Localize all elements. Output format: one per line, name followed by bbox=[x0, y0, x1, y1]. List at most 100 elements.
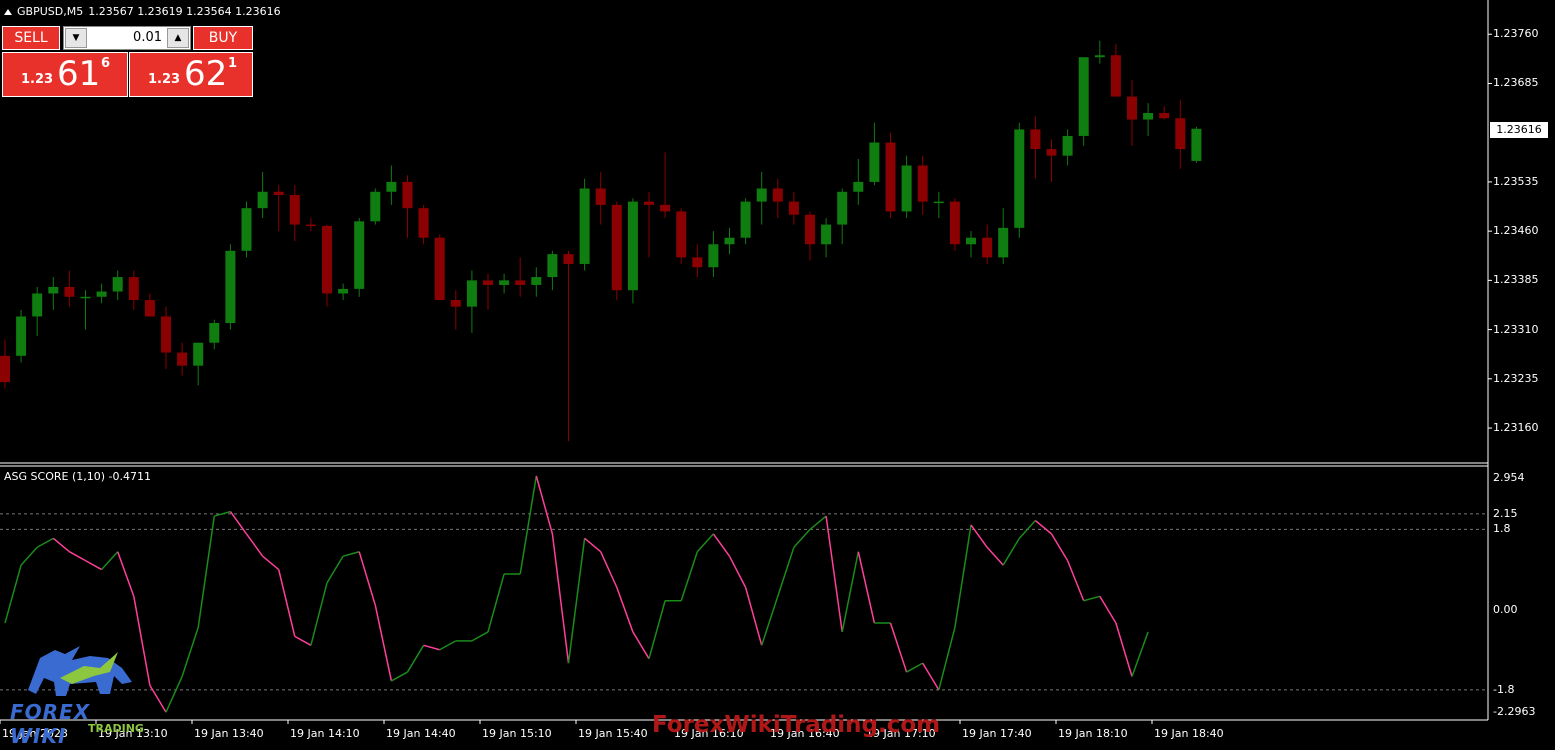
candle-body bbox=[144, 300, 155, 317]
candle-body bbox=[128, 277, 139, 301]
lot-decrease-icon[interactable]: ▼ bbox=[65, 28, 87, 48]
indicator-segment bbox=[406, 644, 425, 673]
indicator-title: ASG SCORE (1,10) -0.4711 bbox=[4, 470, 151, 483]
indicator-tick-label: 2.15 bbox=[1493, 506, 1518, 520]
indicator-segment bbox=[777, 547, 795, 597]
candle-body bbox=[1110, 55, 1121, 97]
indicator-segment bbox=[1034, 519, 1052, 535]
indicator-segment bbox=[793, 528, 811, 548]
indicator-segment bbox=[1099, 595, 1117, 624]
indicator-segment bbox=[857, 551, 876, 624]
indicator-segment bbox=[326, 555, 344, 584]
candle-body bbox=[933, 201, 944, 204]
candle-body bbox=[48, 286, 59, 294]
indicator-segment bbox=[4, 564, 22, 624]
indicator-segment bbox=[970, 524, 988, 548]
indicator-segment bbox=[567, 538, 586, 664]
lot-value[interactable]: 0.01 bbox=[133, 30, 162, 45]
candle-body bbox=[627, 201, 638, 291]
candle-body bbox=[96, 291, 107, 297]
candle-body bbox=[177, 352, 188, 366]
candle-body bbox=[1175, 118, 1186, 150]
candle-body bbox=[1078, 57, 1089, 136]
candle-body bbox=[692, 257, 703, 268]
sell-price-pips: 61 bbox=[57, 54, 101, 94]
price-tick-label: 1.23385 bbox=[1493, 273, 1539, 287]
candle-body bbox=[434, 237, 445, 301]
indicator-segment bbox=[262, 555, 280, 571]
sell-button[interactable]: SELL bbox=[2, 26, 60, 50]
candle-body bbox=[338, 288, 349, 294]
candle-body bbox=[1094, 55, 1105, 58]
lot-size-field[interactable]: ▼ 0.01 ▲ bbox=[63, 26, 191, 50]
indicator-segment bbox=[1131, 631, 1149, 677]
indicator-segment bbox=[52, 537, 70, 553]
candle-body bbox=[64, 286, 75, 297]
sell-price-prefix: 1.23 bbox=[21, 72, 54, 87]
indicator-segment bbox=[825, 515, 843, 633]
indicator-segment bbox=[1066, 560, 1085, 602]
buy-price-box[interactable]: 1.23 62 1 bbox=[129, 52, 253, 97]
sell-price-box[interactable]: 1.23 61 6 bbox=[2, 52, 128, 97]
candle-body bbox=[772, 188, 783, 202]
candle-body bbox=[563, 254, 574, 264]
indicator-segment bbox=[680, 551, 699, 601]
candle-body bbox=[917, 165, 928, 202]
price-tick-label: 1.23535 bbox=[1493, 174, 1539, 188]
indicator-segment bbox=[519, 475, 538, 575]
indicator-tick-label: -2.2963 bbox=[1493, 705, 1536, 718]
candle-body bbox=[16, 316, 27, 356]
indicator-segment bbox=[487, 573, 505, 633]
indicator-segment bbox=[1002, 537, 1020, 566]
price-tick-label: 1.23310 bbox=[1493, 322, 1539, 336]
candle-body bbox=[949, 201, 960, 245]
candle-body bbox=[225, 250, 236, 324]
candle-body bbox=[466, 280, 477, 307]
indicator-segment bbox=[36, 537, 54, 548]
candle-body bbox=[1014, 129, 1025, 228]
indicator-segment bbox=[760, 596, 779, 646]
chart-canvas[interactable] bbox=[0, 0, 1555, 750]
indicator-segment bbox=[535, 475, 554, 535]
price-tick-label: 1.23235 bbox=[1493, 371, 1539, 385]
ohlc-values: 1.23567 1.23619 1.23564 1.23616 bbox=[88, 5, 281, 18]
indicator-segment bbox=[1115, 622, 1133, 677]
candle-body bbox=[676, 211, 687, 258]
candle-body bbox=[450, 300, 461, 307]
candle-body bbox=[869, 142, 880, 182]
candle-body bbox=[1159, 113, 1170, 119]
buy-button[interactable]: BUY bbox=[193, 26, 253, 50]
candle-body bbox=[0, 355, 10, 383]
bull-logo-icon bbox=[28, 646, 132, 696]
indicator-tick-label: 0.00 bbox=[1493, 602, 1518, 616]
price-tick-label: 1.23760 bbox=[1493, 27, 1539, 41]
time-tick-label: 19 Jan 14:10 bbox=[290, 727, 360, 740]
candle-body bbox=[257, 191, 268, 209]
indicator-segment bbox=[954, 524, 972, 628]
candle-body bbox=[756, 188, 767, 202]
lot-increase-icon[interactable]: ▲ bbox=[167, 28, 189, 48]
candle-body bbox=[740, 201, 751, 238]
candle-body bbox=[660, 204, 671, 212]
indicator-segment bbox=[374, 605, 393, 682]
candle-body bbox=[370, 191, 381, 222]
indicator-segment bbox=[744, 587, 763, 646]
candle-body bbox=[611, 204, 622, 291]
chart-menu-icon[interactable] bbox=[4, 8, 12, 15]
candle-body bbox=[515, 280, 526, 285]
indicator-segment bbox=[85, 559, 102, 571]
indicator-segment bbox=[632, 631, 650, 660]
buy-price-fraction: 1 bbox=[228, 56, 238, 71]
indicator-segment bbox=[20, 546, 38, 566]
indicator-segment bbox=[696, 533, 714, 553]
price-tick-label: 1.23460 bbox=[1493, 224, 1539, 238]
candle-body bbox=[821, 224, 832, 245]
candle-body bbox=[80, 296, 91, 299]
buy-price-prefix: 1.23 bbox=[148, 72, 181, 87]
candle-body bbox=[531, 277, 542, 285]
indicator-segment bbox=[986, 546, 1004, 566]
candle-body bbox=[483, 280, 493, 285]
sell-price-fraction: 6 bbox=[101, 56, 111, 71]
indicator-segment bbox=[648, 600, 666, 659]
buy-price-pips: 62 bbox=[184, 54, 228, 94]
